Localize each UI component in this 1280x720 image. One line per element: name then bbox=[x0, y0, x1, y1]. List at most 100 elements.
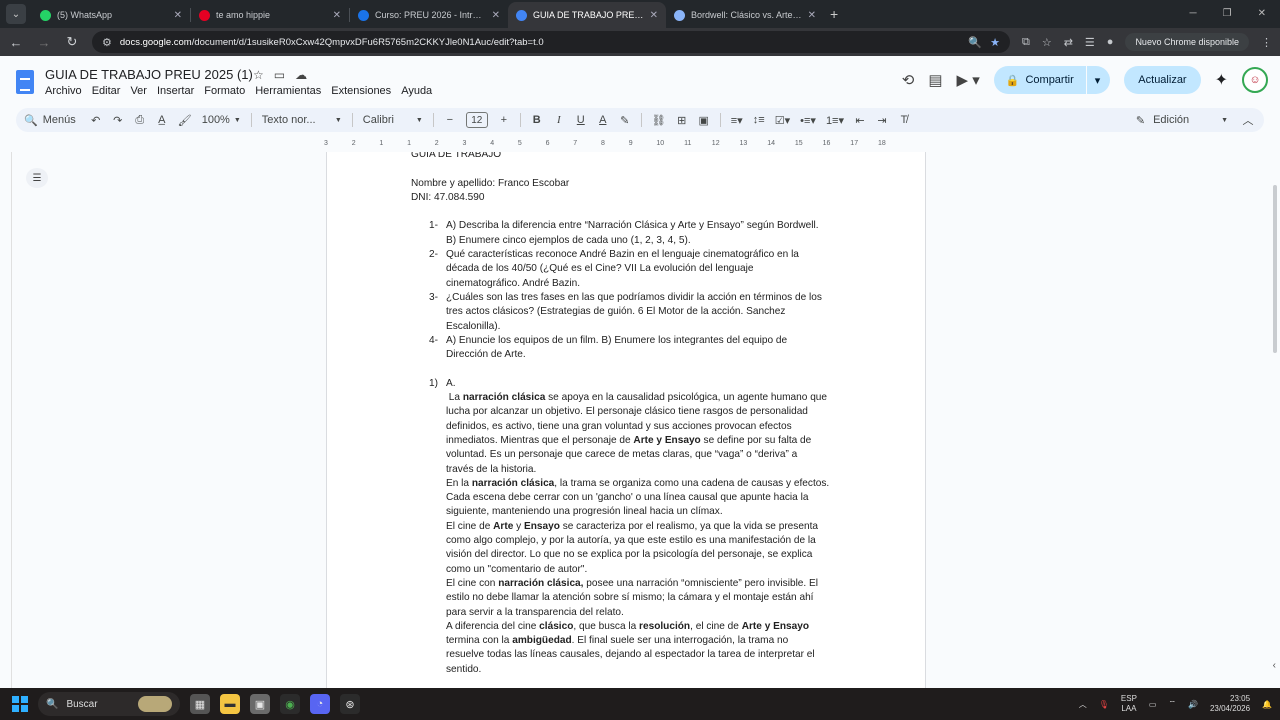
menu-item[interactable]: Formato bbox=[204, 85, 245, 97]
share-dropdown-icon[interactable]: ▾ bbox=[1095, 74, 1101, 87]
document-body[interactable]: GUIA DE TRABAJO Nombre y apellido: Franc… bbox=[411, 152, 841, 677]
numbered-list-icon[interactable]: 1≡▾ bbox=[826, 114, 844, 127]
link-icon[interactable]: ⛓ bbox=[652, 114, 666, 127]
restore-icon[interactable]: ❐ bbox=[1223, 8, 1232, 19]
move-folder-icon[interactable]: ▭ bbox=[274, 68, 285, 82]
line-spacing-icon[interactable]: ↕≡ bbox=[753, 114, 765, 126]
language-indicator[interactable]: ESP LAA bbox=[1121, 694, 1137, 714]
docs-logo-icon[interactable] bbox=[16, 70, 34, 94]
clear-formatting-icon[interactable]: T̸ bbox=[898, 114, 910, 126]
menu-item[interactable]: Editar bbox=[92, 85, 121, 97]
increase-indent-icon[interactable]: ⇥ bbox=[876, 114, 888, 127]
steam-icon[interactable]: ⊛ bbox=[340, 694, 360, 714]
zoom-icon[interactable]: 🔍 bbox=[968, 36, 982, 49]
avatar[interactable]: ☺ bbox=[1242, 67, 1268, 93]
bold-icon[interactable]: B bbox=[531, 114, 543, 126]
star-icon[interactable]: ☆ bbox=[253, 68, 264, 82]
menu-item[interactable]: Herramientas bbox=[255, 85, 321, 97]
chrome-menu-icon[interactable]: ⋮ bbox=[1261, 36, 1272, 49]
taskbar-search[interactable]: 🔍 Buscar bbox=[38, 692, 180, 716]
minimize-icon[interactable]: ─ bbox=[1190, 8, 1197, 19]
document-outline-icon[interactable]: ☰ bbox=[26, 168, 48, 188]
windows-start-icon[interactable] bbox=[12, 696, 28, 712]
font-size-input[interactable]: 12 bbox=[465, 112, 488, 128]
share-button[interactable]: 🔒 Compartir ▾ bbox=[993, 66, 1111, 94]
chrome-icon[interactable]: ◉ bbox=[280, 694, 300, 714]
print-icon[interactable]: ⎙ bbox=[134, 114, 146, 127]
reload-icon[interactable]: ↻ bbox=[64, 34, 80, 50]
add-comment-icon[interactable]: ⊞ bbox=[676, 114, 688, 127]
menu-item[interactable]: Extensiones bbox=[331, 85, 391, 97]
mic-icon[interactable]: 🎙 bbox=[1099, 700, 1109, 709]
meet-icon[interactable]: ▶ ▾ bbox=[957, 71, 980, 89]
close-tab-icon[interactable]: ✕ bbox=[492, 10, 500, 21]
close-tab-icon[interactable]: ✕ bbox=[333, 10, 341, 21]
browser-tab[interactable]: Curso: PREU 2026 - Introducció ✕ bbox=[350, 2, 508, 28]
document-page[interactable]: GUIA DE TRABAJO Nombre y apellido: Franc… bbox=[326, 152, 926, 688]
bookmark-star-icon[interactable]: ★ bbox=[990, 36, 1000, 49]
close-tab-icon[interactable]: ✕ bbox=[174, 10, 182, 21]
bookmarks-icon[interactable]: ☆ bbox=[1042, 36, 1052, 49]
file-explorer-icon[interactable]: ▬ bbox=[220, 694, 240, 714]
close-tab-icon[interactable]: ✕ bbox=[650, 10, 658, 21]
update-button[interactable]: Actualizar bbox=[1124, 66, 1201, 94]
discord-icon[interactable]: ◔ bbox=[310, 694, 330, 714]
italic-icon[interactable]: I bbox=[553, 114, 565, 126]
site-info-icon[interactable]: ⚙ bbox=[102, 36, 112, 49]
version-history-icon[interactable]: ⟲ bbox=[902, 71, 915, 89]
font-select[interactable]: Calibri ▼ bbox=[363, 114, 423, 126]
bulleted-list-icon[interactable]: •≡▾ bbox=[800, 114, 816, 127]
comments-icon[interactable]: ▤ bbox=[928, 71, 942, 89]
cloud-status-icon[interactable]: ☁ bbox=[295, 68, 307, 82]
side-panel-toggle-icon[interactable]: ‹ bbox=[1273, 660, 1276, 671]
insert-image-icon[interactable]: ▣ bbox=[698, 114, 710, 127]
collapse-toolbar-icon[interactable]: ︿ bbox=[1242, 112, 1254, 128]
gemini-icon[interactable]: ✦ bbox=[1215, 70, 1228, 90]
monitor-icon[interactable]: ▭ bbox=[1149, 700, 1157, 709]
undo-icon[interactable]: ↶ bbox=[90, 114, 102, 127]
menu-item[interactable]: Ver bbox=[130, 85, 147, 97]
back-icon[interactable]: ← bbox=[8, 35, 24, 50]
reading-list-icon[interactable]: ☰ bbox=[1085, 36, 1095, 49]
clock[interactable]: 23:05 23/04/2026 bbox=[1210, 694, 1250, 714]
browser-tab[interactable]: GUIA DE TRABAJO PREU 2025 (✕ bbox=[508, 2, 666, 28]
close-tab-icon[interactable]: ✕ bbox=[808, 10, 816, 21]
decrease-indent-icon[interactable]: ⇤ bbox=[854, 114, 866, 127]
menu-item[interactable]: Ayuda bbox=[401, 85, 432, 97]
extensions-icon[interactable]: ⧉ bbox=[1022, 36, 1030, 49]
increase-font-size-icon[interactable]: + bbox=[498, 114, 510, 126]
align-icon[interactable]: ≡▾ bbox=[731, 114, 743, 127]
notifications-icon[interactable]: 🔔 bbox=[1262, 700, 1272, 709]
style-select[interactable]: Texto nor... ▼ bbox=[262, 114, 342, 126]
checklist-icon[interactable]: ☑▾ bbox=[775, 114, 790, 127]
close-window-icon[interactable]: ✕ bbox=[1258, 8, 1266, 19]
browser-tab[interactable]: (5) WhatsApp ✕ bbox=[32, 2, 190, 28]
vertical-scrollbar[interactable] bbox=[1273, 185, 1277, 353]
paint-format-icon[interactable]: 🖌 bbox=[178, 114, 192, 127]
browser-tab[interactable]: te amo hippie ✕ bbox=[191, 2, 349, 28]
tray-overflow-icon[interactable]: ︿ bbox=[1079, 699, 1087, 710]
tab-search-button[interactable]: ⌄ bbox=[6, 4, 26, 24]
forward-icon[interactable]: → bbox=[36, 35, 52, 50]
volume-icon[interactable]: 🔊 bbox=[1188, 700, 1198, 709]
underline-icon[interactable]: U bbox=[575, 114, 587, 126]
spellcheck-icon[interactable]: A̲ bbox=[156, 114, 168, 126]
text-color-icon[interactable]: A bbox=[597, 114, 609, 126]
task-view-icon[interactable]: ▦ bbox=[190, 694, 210, 714]
browser-tab[interactable]: Bordwell: Clásico vs. Arte y Ens... ✕ bbox=[666, 2, 824, 28]
network-icon[interactable]: ⌔ bbox=[1168, 699, 1176, 709]
redo-icon[interactable]: ↷ bbox=[112, 114, 124, 127]
translate-icon[interactable]: ⇄ bbox=[1064, 36, 1073, 49]
menu-item[interactable]: Archivo bbox=[45, 85, 82, 97]
url-text[interactable]: docs.google.com/document/d/1susikeR0xCxw… bbox=[120, 37, 961, 48]
omnibox[interactable]: ⚙ docs.google.com/document/d/1susikeR0xC… bbox=[92, 31, 1010, 53]
highlight-icon[interactable]: ✎ bbox=[619, 114, 631, 127]
ruler[interactable]: 3 2 1 1 2 3 4 5 6 7 8 9 10 11 12 13 14 15 16 17 18 bbox=[320, 140, 928, 152]
app-icon[interactable]: ▣ bbox=[250, 694, 270, 714]
profile-icon[interactable]: ● bbox=[1107, 36, 1114, 48]
chrome-update-button[interactable]: Nuevo Chrome disponible bbox=[1125, 33, 1249, 51]
menus-search[interactable]: 🔍 Menús bbox=[24, 114, 80, 127]
zoom-select[interactable]: 100% ▼ bbox=[202, 114, 241, 126]
document-title[interactable]: GUIA DE TRABAJO PREU 2025 (1) bbox=[45, 67, 253, 82]
new-tab-button[interactable]: + bbox=[830, 6, 838, 22]
